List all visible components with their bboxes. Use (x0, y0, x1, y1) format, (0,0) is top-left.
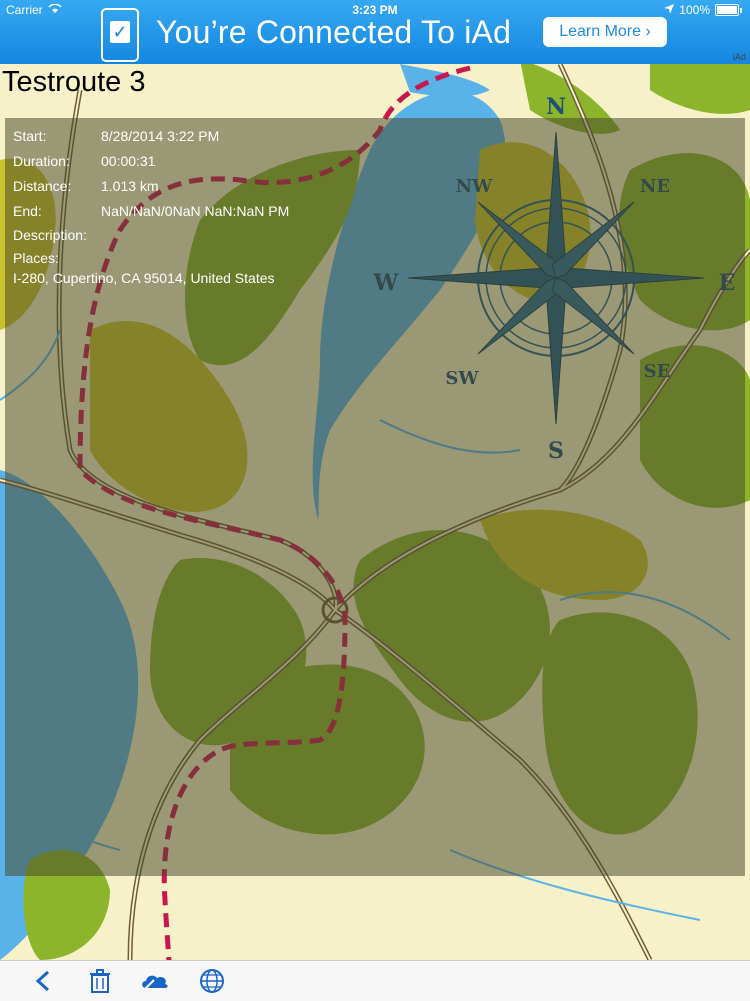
location-icon (664, 3, 675, 17)
globe-icon[interactable] (197, 967, 227, 995)
battery-cap (740, 7, 742, 13)
info-overlay (5, 118, 745, 876)
end-value: NaN/NaN/0NaN NaN:NaN PM (101, 203, 290, 219)
end-label: End: (13, 203, 42, 219)
places-value: I-280, Cupertino, CA 95014, United State… (13, 270, 275, 286)
battery-percent: 100% (679, 3, 710, 17)
start-label: Start: (13, 128, 47, 144)
learn-more-button[interactable]: Learn More › (543, 17, 667, 47)
duration-label: Duration: (13, 153, 70, 169)
duration-value: 00:00:31 (101, 153, 156, 169)
trash-icon[interactable] (85, 967, 115, 995)
back-icon[interactable] (28, 967, 58, 995)
battery-icon (715, 4, 739, 16)
bottom-toolbar (0, 960, 750, 1001)
check-icon: ✓ (110, 21, 130, 43)
description-label: Description: (13, 227, 87, 243)
distance-value: 1.013 km (101, 178, 159, 194)
start-value: 8/28/2014 3:22 PM (101, 128, 220, 144)
status-time: 3:23 PM (352, 3, 398, 17)
status-bar: Carrier 3:23 PM 100% (0, 0, 750, 20)
cloud-icon[interactable] (140, 967, 170, 995)
route-title: Testroute 3 (2, 66, 146, 98)
distance-label: Distance: (13, 178, 72, 194)
iad-tag: iAd (732, 52, 746, 62)
places-label: Places: (13, 250, 59, 266)
compass-n: N (546, 94, 566, 120)
